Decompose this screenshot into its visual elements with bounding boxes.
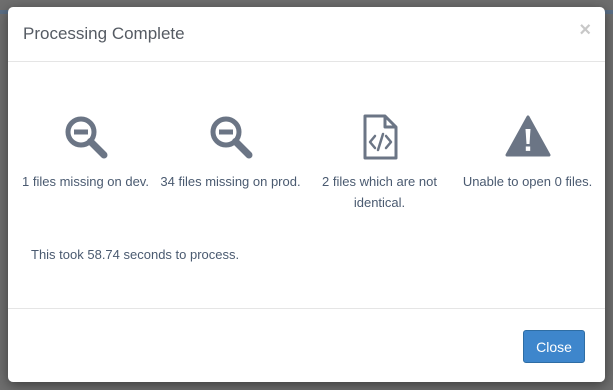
modal-header: Processing Complete × [8, 7, 605, 62]
processing-time-summary: This took 58.74 seconds to process. [31, 247, 240, 262]
stat-missing-on-prod: 34 files missing on prod. [158, 113, 303, 192]
stat-unable-to-open: Unable to open 0 files. [455, 113, 600, 192]
warning-icon [505, 115, 550, 157]
stat-label: 34 files missing on prod. [160, 174, 301, 189]
close-button[interactable]: Close [523, 330, 585, 363]
zoom-out-icon [210, 116, 252, 159]
stat-label: 2 files which are not identical. [322, 174, 437, 210]
stat-label: 1 files missing on dev. [22, 174, 149, 189]
modal-body: 1 files missing on dev. 34 files missing… [8, 62, 605, 308]
stat-not-identical: 2 files which are not identical. [307, 113, 452, 213]
file-code-icon [363, 114, 397, 160]
processing-complete-dialog: Processing Complete × 1 files missing on… [8, 7, 605, 382]
stat-label: Unable to open 0 files. [462, 174, 593, 189]
close-icon[interactable]: × [579, 20, 591, 40]
modal-footer: Close [8, 308, 605, 382]
modal-title: Processing Complete [23, 24, 185, 43]
stat-missing-on-dev: 1 files missing on dev. [13, 113, 158, 192]
zoom-out-icon [65, 116, 107, 159]
